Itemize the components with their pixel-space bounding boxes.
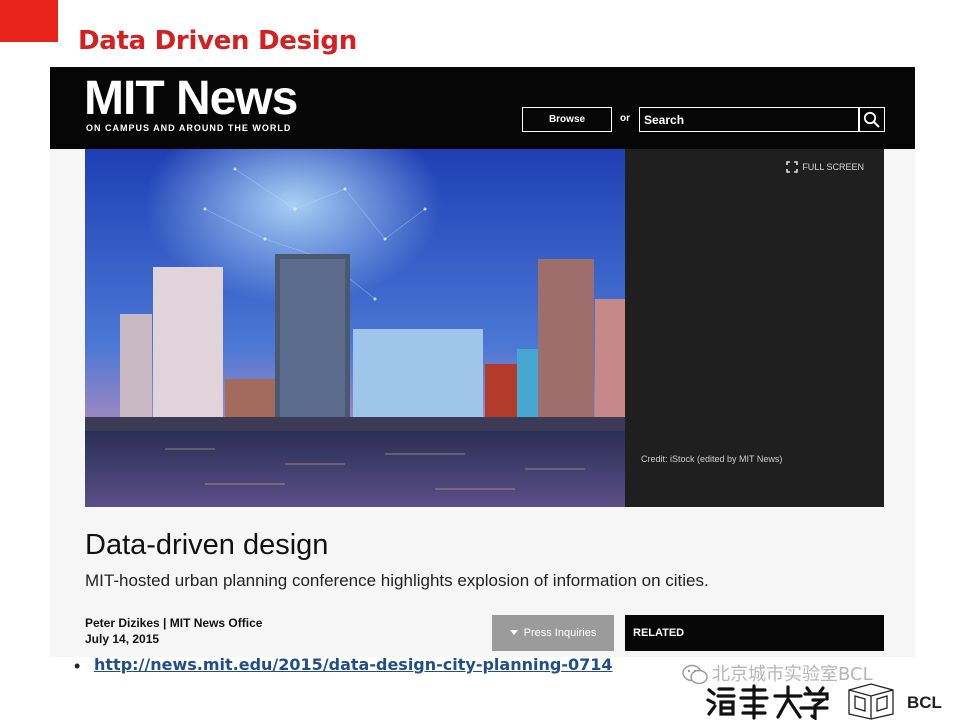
bullet-marker: •	[74, 656, 81, 676]
bcl-logo: BCL	[848, 683, 942, 720]
tsinghua-calligraphy-logo	[706, 684, 829, 720]
mit-news-screenshot: MIT News ON CAMPUS AND AROUND THE WORLD …	[50, 67, 915, 657]
slide-title: Data Driven Design	[78, 26, 357, 56]
mit-news-header: MIT News ON CAMPUS AND AROUND THE WORLD …	[50, 67, 915, 149]
mit-news-logo[interactable]: MIT News	[84, 71, 298, 126]
article-subtitle: MIT-hosted urban planning conference hig…	[85, 571, 709, 590]
or-label: or	[620, 113, 630, 124]
bcl-label: BCL	[907, 693, 942, 712]
red-corner-accent	[0, 0, 58, 42]
search-input[interactable]: Search	[639, 107, 860, 132]
wechat-icon	[682, 664, 708, 685]
media-side-panel: FULL SCREEN Credit: iStock (edited by MI…	[625, 149, 884, 507]
fullscreen-button[interactable]: FULL SCREEN	[786, 161, 864, 173]
header-tagline: ON CAMPUS AND AROUND THE WORLD	[86, 123, 292, 133]
city-skyline-image	[85, 149, 625, 507]
chevron-down-icon	[509, 630, 518, 635]
related-header: RELATED	[625, 615, 884, 651]
search-icon[interactable]	[858, 107, 885, 132]
article-title: Data-driven design	[85, 529, 329, 561]
browse-button[interactable]: Browse	[522, 107, 612, 132]
article-url-link[interactable]: http://news.mit.edu/2015/data-design-cit…	[94, 655, 612, 674]
article-date: July 14, 2015	[85, 632, 160, 646]
press-inquiries-label: Press Inquiries	[523, 627, 597, 639]
fullscreen-label: FULL SCREEN	[802, 162, 864, 172]
article-byline[interactable]: Peter Dizikes | MIT News Office	[85, 616, 262, 630]
expand-icon	[786, 161, 799, 173]
image-credit: Credit: iStock (edited by MIT News)	[641, 454, 783, 464]
press-inquiries-button[interactable]: Press Inquiries	[492, 615, 614, 651]
